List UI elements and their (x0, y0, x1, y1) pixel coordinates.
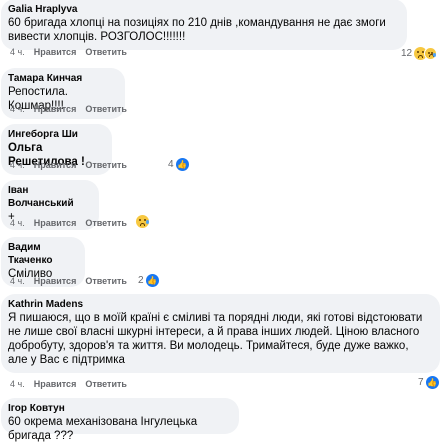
like-link[interactable]: Нравится (34, 218, 77, 228)
reaction-summary[interactable]: 4 👍 (168, 156, 189, 172)
like-link[interactable]: Нравится (34, 379, 77, 389)
reaction-count: 7 (418, 376, 424, 388)
comment-bubble: Galia Hraplyva 60 бригада хлопці на пози… (1, 0, 407, 50)
reaction-summary[interactable]: 2 👍 (138, 272, 159, 288)
reply-link[interactable]: Ответить (85, 276, 127, 286)
comment-time[interactable]: 4 ч. (10, 160, 25, 170)
reaction-summary[interactable]: 12 (401, 45, 438, 61)
reply-link[interactable]: Ответить (85, 47, 127, 57)
like-link[interactable]: Нравится (34, 160, 77, 170)
comment-time[interactable]: 4 ч. (10, 218, 25, 228)
comment-time[interactable]: 4 ч. (10, 379, 25, 389)
reaction-summary[interactable]: 7 👍 (418, 374, 439, 390)
reply-link[interactable]: Ответить (85, 160, 127, 170)
like-icon: 👍 (425, 375, 439, 389)
reaction-count: 12 (401, 47, 413, 59)
comment-actions: 4 ч. Нравится Ответить (10, 379, 136, 389)
like-icon: 👍 (175, 157, 189, 171)
comment-author[interactable]: Ингеборга Ши (8, 128, 103, 141)
like-link[interactable]: Нравится (34, 104, 77, 114)
reply-link[interactable]: Ответить (85, 104, 127, 114)
sad-icon (424, 46, 438, 60)
comment-author[interactable]: Іван Волчанський (8, 184, 90, 210)
comment-text: Я пишаюся, що в моїй країні є сміливі та… (8, 312, 423, 366)
reply-link[interactable]: Ответить (85, 379, 127, 389)
sad-icon[interactable] (136, 215, 149, 228)
comment-actions: 4 ч. Нравится Ответить (10, 47, 136, 57)
comment-actions: 4 ч. Нравится Ответить (10, 276, 136, 286)
like-icon: 👍 (145, 273, 159, 287)
comment-actions: 4 ч. Нравится Ответить (10, 218, 136, 228)
comment-text: 60 окрема механізована Інгулецька бригад… (8, 416, 198, 442)
comment-bubble: Kathrin Madens Я пишаюся, що в моїй краї… (1, 294, 440, 373)
comment-text: 60 бригада хлопці на позиціях по 210 дні… (8, 17, 386, 43)
reaction-count: 2 (138, 274, 144, 286)
comment-bubble: Ігор Ковтун 60 окрема механізована Інгул… (1, 398, 239, 442)
reaction-count: 4 (168, 158, 174, 170)
comment-time[interactable]: 4 ч. (10, 276, 25, 286)
like-link[interactable]: Нравится (34, 276, 77, 286)
comment-actions: 4 ч. Нравится Ответить (10, 104, 136, 114)
comment-author[interactable]: Ігор Ковтун (8, 402, 230, 415)
comment-actions: 4 ч. Нравится Ответить (10, 160, 136, 170)
reply-link[interactable]: Ответить (85, 218, 127, 228)
comment-author[interactable]: Galia Hraplyva (8, 3, 398, 16)
comment-author[interactable]: Вадим Ткаченко (8, 241, 76, 267)
like-link[interactable]: Нравится (34, 47, 77, 57)
comment-time[interactable]: 4 ч. (10, 47, 25, 57)
comment-author[interactable]: Тамара Кинчая (8, 72, 116, 85)
comment-author[interactable]: Kathrin Madens (8, 298, 431, 311)
comment-time[interactable]: 4 ч. (10, 104, 25, 114)
